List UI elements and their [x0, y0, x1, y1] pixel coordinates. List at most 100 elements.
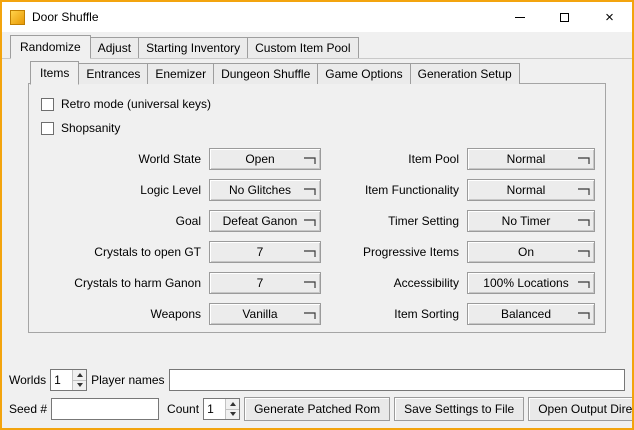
dropdown-indicator-icon [303, 185, 317, 197]
item-pool-value: Normal [507, 152, 556, 166]
spin-down-icon[interactable] [226, 410, 239, 420]
tab-randomize[interactable]: Randomize [10, 35, 91, 59]
save-settings-button[interactable]: Save Settings to File [394, 397, 524, 421]
crystals-open-gt-value: 7 [257, 245, 274, 259]
item-sorting-label: Item Sorting [329, 307, 459, 321]
timer-setting-label: Timer Setting [329, 214, 459, 228]
dropdown-indicator-icon [577, 309, 591, 321]
item-sorting-value: Balanced [501, 307, 561, 321]
settings-tab-bar: Items Entrances Enemizer Dungeon Shuffle… [28, 61, 606, 84]
items-pane: Retro mode (universal keys) Shopsanity W… [28, 83, 606, 333]
accessibility-label: Accessibility [329, 276, 459, 290]
retro-mode-label: Retro mode (universal keys) [61, 97, 211, 111]
count-spin-buttons [225, 399, 239, 419]
shopsanity-row: Shopsanity [41, 116, 593, 140]
item-functionality-label: Item Functionality [329, 183, 459, 197]
generate-patched-rom-button[interactable]: Generate Patched Rom [244, 397, 390, 421]
main-tab-bar: Randomize Adjust Starting Inventory Cust… [2, 32, 632, 59]
close-icon: × [605, 10, 614, 25]
window-title: Door Shuffle [32, 10, 99, 24]
player-names-label: Player names [91, 373, 164, 387]
logic-level-value: No Glitches [229, 183, 301, 197]
spin-up-icon[interactable] [73, 370, 86, 381]
dropdown-indicator-icon [303, 247, 317, 259]
count-input[interactable] [204, 399, 225, 419]
item-pool-label: Item Pool [329, 152, 459, 166]
goal-label: Goal [43, 214, 201, 228]
progressive-items-dropdown[interactable]: On [467, 241, 595, 263]
tab-generation-setup[interactable]: Generation Setup [410, 63, 520, 84]
seed-row: Seed # Count Generate Patched Rom Save S… [9, 397, 625, 421]
bottom-bar: Worlds Player names Seed # Count [2, 365, 632, 428]
goal-value: Defeat Ganon [223, 214, 308, 228]
accessibility-value: 100% Locations [483, 276, 578, 290]
randomize-tab-content: Items Entrances Enemizer Dungeon Shuffle… [2, 59, 632, 365]
count-spinner[interactable] [203, 398, 240, 420]
worlds-spinner[interactable] [50, 369, 87, 391]
dropdown-indicator-icon [577, 185, 591, 197]
maximize-icon [560, 13, 569, 22]
tab-starting-inventory[interactable]: Starting Inventory [138, 37, 248, 58]
settings-notebook: Items Entrances Enemizer Dungeon Shuffle… [28, 61, 606, 333]
worlds-label: Worlds [9, 373, 46, 387]
open-output-directory-button[interactable]: Open Output Directory [528, 397, 634, 421]
app-window: Door Shuffle × Randomize Adjust Starting… [0, 0, 634, 430]
crystals-open-gt-dropdown[interactable]: 7 [209, 241, 321, 263]
tab-enemizer[interactable]: Enemizer [147, 63, 214, 84]
dropdown-indicator-icon [303, 309, 317, 321]
accessibility-dropdown[interactable]: 100% Locations [467, 272, 595, 294]
dropdown-indicator-icon [577, 247, 591, 259]
goal-dropdown[interactable]: Defeat Ganon [209, 210, 321, 232]
tab-game-options[interactable]: Game Options [317, 63, 410, 84]
item-sorting-dropdown[interactable]: Balanced [467, 303, 595, 325]
crystals-harm-ganon-dropdown[interactable]: 7 [209, 272, 321, 294]
retro-mode-checkbox[interactable] [41, 98, 54, 111]
shopsanity-label: Shopsanity [61, 121, 120, 135]
tab-adjust[interactable]: Adjust [90, 37, 139, 58]
weapons-label: Weapons [43, 307, 201, 321]
player-names-input[interactable] [169, 369, 626, 391]
seed-input[interactable] [51, 398, 159, 420]
world-state-label: World State [43, 152, 201, 166]
spin-down-icon[interactable] [73, 381, 86, 391]
options-grid: World State Open Item Pool Normal Logic … [43, 148, 593, 325]
world-state-value: Open [245, 152, 284, 166]
item-functionality-value: Normal [507, 183, 556, 197]
tab-entrances[interactable]: Entrances [78, 63, 148, 84]
item-pool-dropdown[interactable]: Normal [467, 148, 595, 170]
logic-level-dropdown[interactable]: No Glitches [209, 179, 321, 201]
window-controls: × [497, 2, 632, 32]
crystals-harm-ganon-label: Crystals to harm Ganon [43, 276, 201, 290]
progressive-items-label: Progressive Items [329, 245, 459, 259]
logic-level-label: Logic Level [43, 183, 201, 197]
shopsanity-checkbox[interactable] [41, 122, 54, 135]
dropdown-indicator-icon [303, 154, 317, 166]
worlds-input[interactable] [51, 370, 72, 390]
minimize-button[interactable] [497, 2, 542, 32]
world-state-dropdown[interactable]: Open [209, 148, 321, 170]
dropdown-indicator-icon [303, 216, 317, 228]
minimize-icon [515, 17, 525, 18]
seed-label: Seed # [9, 402, 47, 416]
dropdown-indicator-icon [577, 154, 591, 166]
weapons-value: Vanilla [242, 307, 287, 321]
crystals-open-gt-label: Crystals to open GT [43, 245, 201, 259]
title-bar[interactable]: Door Shuffle × [2, 2, 632, 32]
worlds-row: Worlds Player names [9, 369, 625, 391]
dropdown-indicator-icon [577, 216, 591, 228]
close-button[interactable]: × [587, 2, 632, 32]
retro-mode-row: Retro mode (universal keys) [41, 92, 593, 116]
count-label: Count [167, 402, 199, 416]
progressive-items-value: On [518, 245, 544, 259]
dropdown-indicator-icon [577, 278, 591, 290]
worlds-spin-buttons [72, 370, 86, 390]
spin-up-icon[interactable] [226, 399, 239, 410]
weapons-dropdown[interactable]: Vanilla [209, 303, 321, 325]
tab-custom-item-pool[interactable]: Custom Item Pool [247, 37, 358, 58]
tab-items[interactable]: Items [30, 61, 79, 85]
item-functionality-dropdown[interactable]: Normal [467, 179, 595, 201]
timer-setting-value: No Timer [502, 214, 561, 228]
maximize-button[interactable] [542, 2, 587, 32]
timer-setting-dropdown[interactable]: No Timer [467, 210, 595, 232]
tab-dungeon-shuffle[interactable]: Dungeon Shuffle [213, 63, 318, 84]
